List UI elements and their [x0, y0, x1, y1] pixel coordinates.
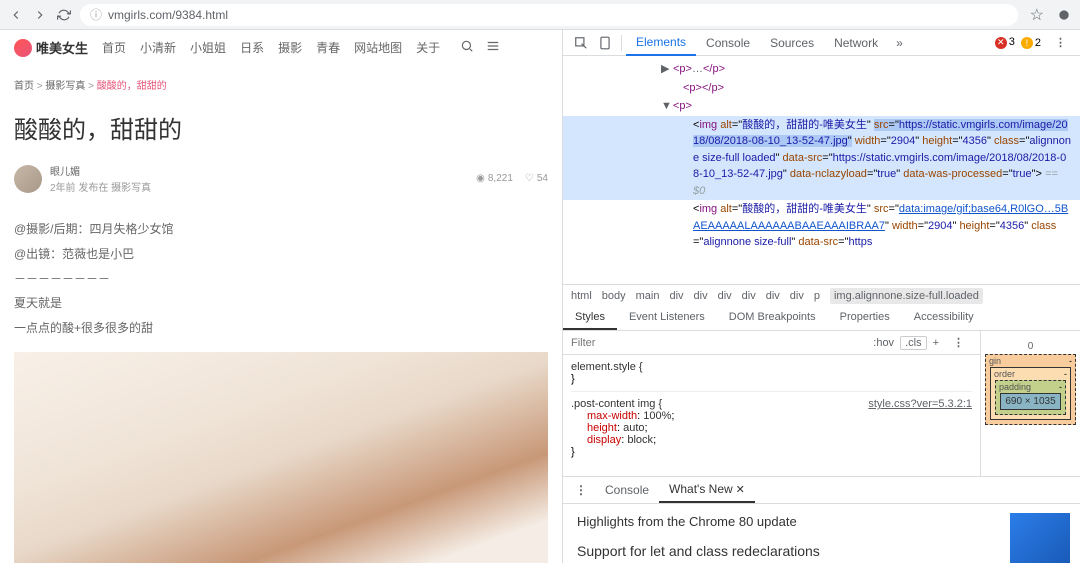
- views: ◉8,221: [476, 173, 513, 184]
- close-icon[interactable]: ✕: [736, 484, 745, 496]
- post-meta: 2年前 发布在 摄影写真: [50, 183, 151, 194]
- styles-filter[interactable]: [563, 334, 865, 352]
- bc-cat[interactable]: 摄影写真: [45, 81, 85, 92]
- styles-menu[interactable]: ⋮: [945, 336, 972, 349]
- stylesheet-link[interactable]: style.css?ver=5.3.2:1: [868, 398, 972, 410]
- site-logo[interactable]: 唯美女生: [14, 38, 88, 57]
- box-model: 0 gin- order- padding- 690 × 1035: [980, 331, 1080, 476]
- hov-toggle[interactable]: :hov: [873, 337, 894, 349]
- post-line: －－－－－－－－: [14, 268, 548, 291]
- bc-current: 酸酸的，甜甜的: [97, 81, 167, 92]
- search-icon[interactable]: [460, 39, 474, 56]
- tab-a11y[interactable]: Accessibility: [902, 306, 986, 330]
- tab-props[interactable]: Properties: [828, 306, 902, 330]
- nav-girl[interactable]: 小姐姐: [190, 39, 226, 56]
- error-count[interactable]: ✕3: [995, 36, 1015, 49]
- tab-network[interactable]: Network: [824, 31, 888, 55]
- drawer-tab-whatsnew[interactable]: What's New✕: [659, 477, 755, 503]
- new-rule-button[interactable]: +: [933, 337, 939, 349]
- tab-console[interactable]: Console: [696, 31, 760, 55]
- nav-youth[interactable]: 青春: [316, 39, 340, 56]
- reload-button[interactable]: [56, 7, 72, 23]
- nav-home[interactable]: 首页: [102, 39, 126, 56]
- nav-fresh[interactable]: 小清新: [140, 39, 176, 56]
- devtools-logo: [1010, 513, 1070, 563]
- url-text: vmgirls.com/9384.html: [108, 8, 228, 22]
- menu-icon[interactable]: [486, 39, 500, 56]
- heart-icon: ♡: [525, 173, 534, 184]
- bookmark-button[interactable]: ☆: [1026, 5, 1048, 25]
- inspect-icon[interactable]: [569, 31, 593, 55]
- devtools-menu[interactable]: ⋮: [1047, 36, 1074, 49]
- breadcrumb: 首页 > 摄影写真 > 酸酸的，甜甜的: [14, 77, 548, 92]
- nav-sitemap[interactable]: 网站地图: [354, 39, 402, 56]
- cls-toggle[interactable]: .cls: [900, 336, 927, 350]
- post-image: [14, 352, 548, 563]
- drawer-menu[interactable]: ⋮: [567, 483, 595, 497]
- tab-listeners[interactable]: Event Listeners: [617, 306, 717, 330]
- site-header: 唯美女生 首页 小清新 小姐姐 日系 摄影 青春 网站地图 关于: [0, 30, 562, 65]
- author-name[interactable]: 眼儿媚: [50, 163, 468, 178]
- url-bar[interactable]: ⓘ vmgirls.com/9384.html: [80, 4, 1018, 26]
- avatar[interactable]: [14, 165, 42, 193]
- logo-icon: [14, 39, 32, 57]
- nav-about[interactable]: 关于: [416, 39, 440, 56]
- nav-photo[interactable]: 摄影: [278, 39, 302, 56]
- page-title: 酸酸的，甜甜的: [14, 110, 548, 145]
- tab-sources[interactable]: Sources: [760, 31, 824, 55]
- more-tabs[interactable]: »: [888, 36, 911, 50]
- nav-jp[interactable]: 日系: [240, 39, 264, 56]
- tab-styles[interactable]: Styles: [563, 306, 617, 330]
- post-line: @出镜：范薇也是小巴: [14, 243, 548, 266]
- post-line: @摄影/后期：四月失格少女馆: [14, 218, 548, 241]
- back-button[interactable]: [8, 7, 24, 23]
- feat-title: Support for let and class redeclarations: [577, 543, 1066, 559]
- drawer-headline: Highlights from the Chrome 80 update: [577, 514, 1066, 529]
- extension-icon[interactable]: [1056, 7, 1072, 23]
- bc-home[interactable]: 首页: [14, 81, 34, 92]
- warning-count[interactable]: !2: [1021, 37, 1041, 49]
- device-icon[interactable]: [593, 31, 617, 55]
- drawer-tab-console[interactable]: Console: [595, 478, 659, 502]
- post-line: 夏天就是: [14, 292, 548, 315]
- post-line: 一点点的酸+很多很多的甜: [14, 317, 548, 340]
- eye-icon: ◉: [476, 173, 485, 184]
- forward-button[interactable]: [32, 7, 48, 23]
- tab-elements[interactable]: Elements: [626, 30, 696, 56]
- site-info-icon: ⓘ: [90, 6, 102, 23]
- elements-breadcrumb[interactable]: htmlbodymaindivdivdivdivdivdivpimg.align…: [563, 284, 1080, 306]
- likes[interactable]: ♡54: [525, 173, 548, 184]
- tab-dom-bp[interactable]: DOM Breakpoints: [717, 306, 828, 330]
- elements-panel[interactable]: ▶<p>…</p> <p></p> ▼<p> <img alt="酸酸的，甜甜的…: [563, 56, 1080, 284]
